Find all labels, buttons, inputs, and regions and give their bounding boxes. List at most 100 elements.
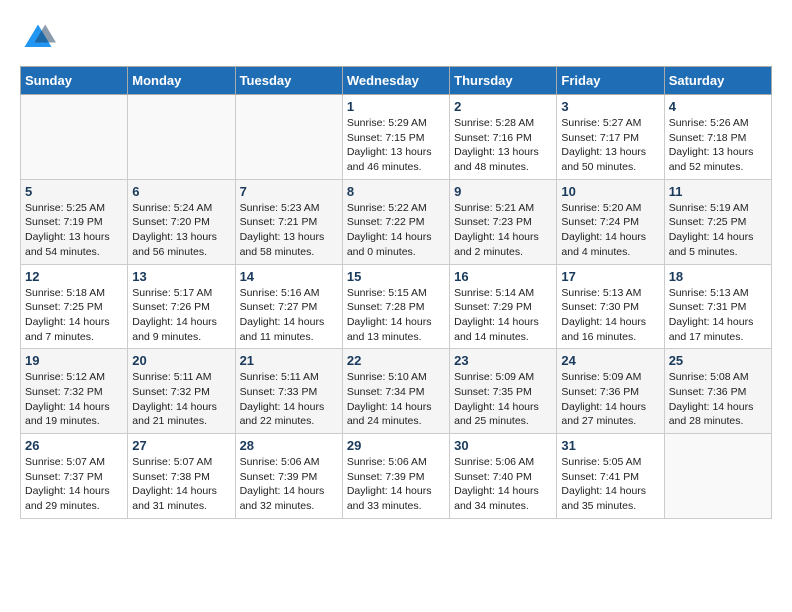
day-info: Sunrise: 5:16 AMSunset: 7:27 PMDaylight:… <box>240 286 338 345</box>
calendar-week-row: 26Sunrise: 5:07 AMSunset: 7:37 PMDayligh… <box>21 434 772 519</box>
day-number: 17 <box>561 269 659 284</box>
weekday-header-tuesday: Tuesday <box>235 67 342 95</box>
weekday-header-sunday: Sunday <box>21 67 128 95</box>
day-number: 21 <box>240 353 338 368</box>
calendar-cell: 24Sunrise: 5:09 AMSunset: 7:36 PMDayligh… <box>557 349 664 434</box>
day-number: 16 <box>454 269 552 284</box>
day-number: 10 <box>561 184 659 199</box>
logo <box>20 20 62 56</box>
calendar-cell <box>128 95 235 180</box>
calendar-week-row: 1Sunrise: 5:29 AMSunset: 7:15 PMDaylight… <box>21 95 772 180</box>
calendar-cell <box>664 434 771 519</box>
calendar-cell: 13Sunrise: 5:17 AMSunset: 7:26 PMDayligh… <box>128 264 235 349</box>
day-number: 11 <box>669 184 767 199</box>
weekday-header-row: SundayMondayTuesdayWednesdayThursdayFrid… <box>21 67 772 95</box>
day-info: Sunrise: 5:15 AMSunset: 7:28 PMDaylight:… <box>347 286 445 345</box>
day-number: 6 <box>132 184 230 199</box>
calendar-cell: 4 Sunrise: 5:26 AMSunset: 7:18 PMDaylight… <box>664 95 771 180</box>
calendar-cell: 28 Sunrise: 5:06 AMSunset: 7:39 PMDayligh… <box>235 434 342 519</box>
day-info: Sunrise: 5:25 AMSunset: 7:19 PMDaylight:… <box>25 201 123 260</box>
calendar-cell: 10 Sunrise: 5:20 AMSunset: 7:24 PMDayligh… <box>557 179 664 264</box>
day-info: Sunrise: 5:21 AMSunset: 7:23 PMDaylight:… <box>454 201 552 260</box>
day-number: 14 <box>240 269 338 284</box>
day-info: Sunrise: 5:08 AMSunset: 7:36 PMDaylight:… <box>669 370 767 429</box>
day-info: Sunrise: 5:22 AMSunset: 7:22 PMDaylight:… <box>347 201 445 260</box>
weekday-header-thursday: Thursday <box>450 67 557 95</box>
day-number: 19 <box>25 353 123 368</box>
calendar-week-row: 5 Sunrise: 5:25 AMSunset: 7:19 PMDaylight… <box>21 179 772 264</box>
calendar-week-row: 12Sunrise: 5:18 AMSunset: 7:25 PMDayligh… <box>21 264 772 349</box>
day-info: Sunrise: 5:26 AMSunset: 7:18 PMDaylight:… <box>669 116 767 175</box>
day-info: Sunrise: 5:05 AMSunset: 7:41 PMDaylight:… <box>561 455 659 514</box>
day-number: 18 <box>669 269 767 284</box>
day-number: 29 <box>347 438 445 453</box>
day-info: Sunrise: 5:06 AMSunset: 7:40 PMDaylight:… <box>454 455 552 514</box>
day-number: 22 <box>347 353 445 368</box>
day-info: Sunrise: 5:23 AMSunset: 7:21 PMDaylight:… <box>240 201 338 260</box>
day-number: 1 <box>347 99 445 114</box>
day-info: Sunrise: 5:13 AMSunset: 7:31 PMDaylight:… <box>669 286 767 345</box>
calendar-cell: 23Sunrise: 5:09 AMSunset: 7:35 PMDayligh… <box>450 349 557 434</box>
day-number: 26 <box>25 438 123 453</box>
day-number: 12 <box>25 269 123 284</box>
calendar-table: SundayMondayTuesdayWednesdayThursdayFrid… <box>20 66 772 519</box>
calendar-week-row: 19 Sunrise: 5:12 AMSunset: 7:32 PMDayligh… <box>21 349 772 434</box>
day-number: 8 <box>347 184 445 199</box>
weekday-header-wednesday: Wednesday <box>342 67 449 95</box>
day-info: Sunrise: 5:11 AMSunset: 7:33 PMDaylight:… <box>240 370 338 429</box>
calendar-cell: 1Sunrise: 5:29 AMSunset: 7:15 PMDaylight… <box>342 95 449 180</box>
day-info: Sunrise: 5:12 AMSunset: 7:32 PMDaylight:… <box>25 370 123 429</box>
calendar-cell: 19 Sunrise: 5:12 AMSunset: 7:32 PMDayligh… <box>21 349 128 434</box>
calendar-cell: 8 Sunrise: 5:22 AMSunset: 7:22 PMDaylight… <box>342 179 449 264</box>
day-info: Sunrise: 5:17 AMSunset: 7:26 PMDaylight:… <box>132 286 230 345</box>
day-number: 25 <box>669 353 767 368</box>
day-info: Sunrise: 5:07 AMSunset: 7:38 PMDaylight:… <box>132 455 230 514</box>
calendar-cell: 31Sunrise: 5:05 AMSunset: 7:41 PMDayligh… <box>557 434 664 519</box>
day-number: 28 <box>240 438 338 453</box>
day-number: 15 <box>347 269 445 284</box>
calendar-cell: 2 Sunrise: 5:28 AMSunset: 7:16 PMDaylight… <box>450 95 557 180</box>
logo-icon <box>20 20 56 56</box>
header <box>20 20 772 56</box>
calendar-cell: 5 Sunrise: 5:25 AMSunset: 7:19 PMDaylight… <box>21 179 128 264</box>
calendar-cell: 18 Sunrise: 5:13 AMSunset: 7:31 PMDayligh… <box>664 264 771 349</box>
day-info: Sunrise: 5:06 AMSunset: 7:39 PMDaylight:… <box>347 455 445 514</box>
weekday-header-friday: Friday <box>557 67 664 95</box>
day-number: 3 <box>561 99 659 114</box>
calendar-cell: 22 Sunrise: 5:10 AMSunset: 7:34 PMDayligh… <box>342 349 449 434</box>
weekday-header-saturday: Saturday <box>664 67 771 95</box>
weekday-header-monday: Monday <box>128 67 235 95</box>
day-info: Sunrise: 5:28 AMSunset: 7:16 PMDaylight:… <box>454 116 552 175</box>
calendar-cell: 30 Sunrise: 5:06 AMSunset: 7:40 PMDayligh… <box>450 434 557 519</box>
calendar-cell: 21 Sunrise: 5:11 AMSunset: 7:33 PMDayligh… <box>235 349 342 434</box>
calendar-cell: 12Sunrise: 5:18 AMSunset: 7:25 PMDayligh… <box>21 264 128 349</box>
day-info: Sunrise: 5:20 AMSunset: 7:24 PMDaylight:… <box>561 201 659 260</box>
calendar-cell <box>235 95 342 180</box>
day-number: 27 <box>132 438 230 453</box>
calendar-cell: 7Sunrise: 5:23 AMSunset: 7:21 PMDaylight… <box>235 179 342 264</box>
day-info: Sunrise: 5:14 AMSunset: 7:29 PMDaylight:… <box>454 286 552 345</box>
day-info: Sunrise: 5:19 AMSunset: 7:25 PMDaylight:… <box>669 201 767 260</box>
calendar-cell: 3Sunrise: 5:27 AMSunset: 7:17 PMDaylight… <box>557 95 664 180</box>
calendar-cell: 16 Sunrise: 5:14 AMSunset: 7:29 PMDayligh… <box>450 264 557 349</box>
page-wrapper: SundayMondayTuesdayWednesdayThursdayFrid… <box>20 20 772 519</box>
day-info: Sunrise: 5:13 AMSunset: 7:30 PMDaylight:… <box>561 286 659 345</box>
calendar-cell: 20Sunrise: 5:11 AMSunset: 7:32 PMDayligh… <box>128 349 235 434</box>
day-number: 30 <box>454 438 552 453</box>
calendar-cell: 11 Sunrise: 5:19 AMSunset: 7:25 PMDayligh… <box>664 179 771 264</box>
calendar-cell: 14 Sunrise: 5:16 AMSunset: 7:27 PMDayligh… <box>235 264 342 349</box>
calendar-cell <box>21 95 128 180</box>
day-number: 4 <box>669 99 767 114</box>
day-number: 24 <box>561 353 659 368</box>
day-info: Sunrise: 5:06 AMSunset: 7:39 PMDaylight:… <box>240 455 338 514</box>
day-number: 5 <box>25 184 123 199</box>
day-number: 20 <box>132 353 230 368</box>
day-number: 2 <box>454 99 552 114</box>
day-number: 9 <box>454 184 552 199</box>
calendar-cell: 29 Sunrise: 5:06 AMSunset: 7:39 PMDayligh… <box>342 434 449 519</box>
calendar-cell: 9 Sunrise: 5:21 AMSunset: 7:23 PMDaylight… <box>450 179 557 264</box>
day-info: Sunrise: 5:10 AMSunset: 7:34 PMDaylight:… <box>347 370 445 429</box>
day-number: 23 <box>454 353 552 368</box>
calendar-cell: 17 Sunrise: 5:13 AMSunset: 7:30 PMDayligh… <box>557 264 664 349</box>
calendar-cell: 15 Sunrise: 5:15 AMSunset: 7:28 PMDayligh… <box>342 264 449 349</box>
